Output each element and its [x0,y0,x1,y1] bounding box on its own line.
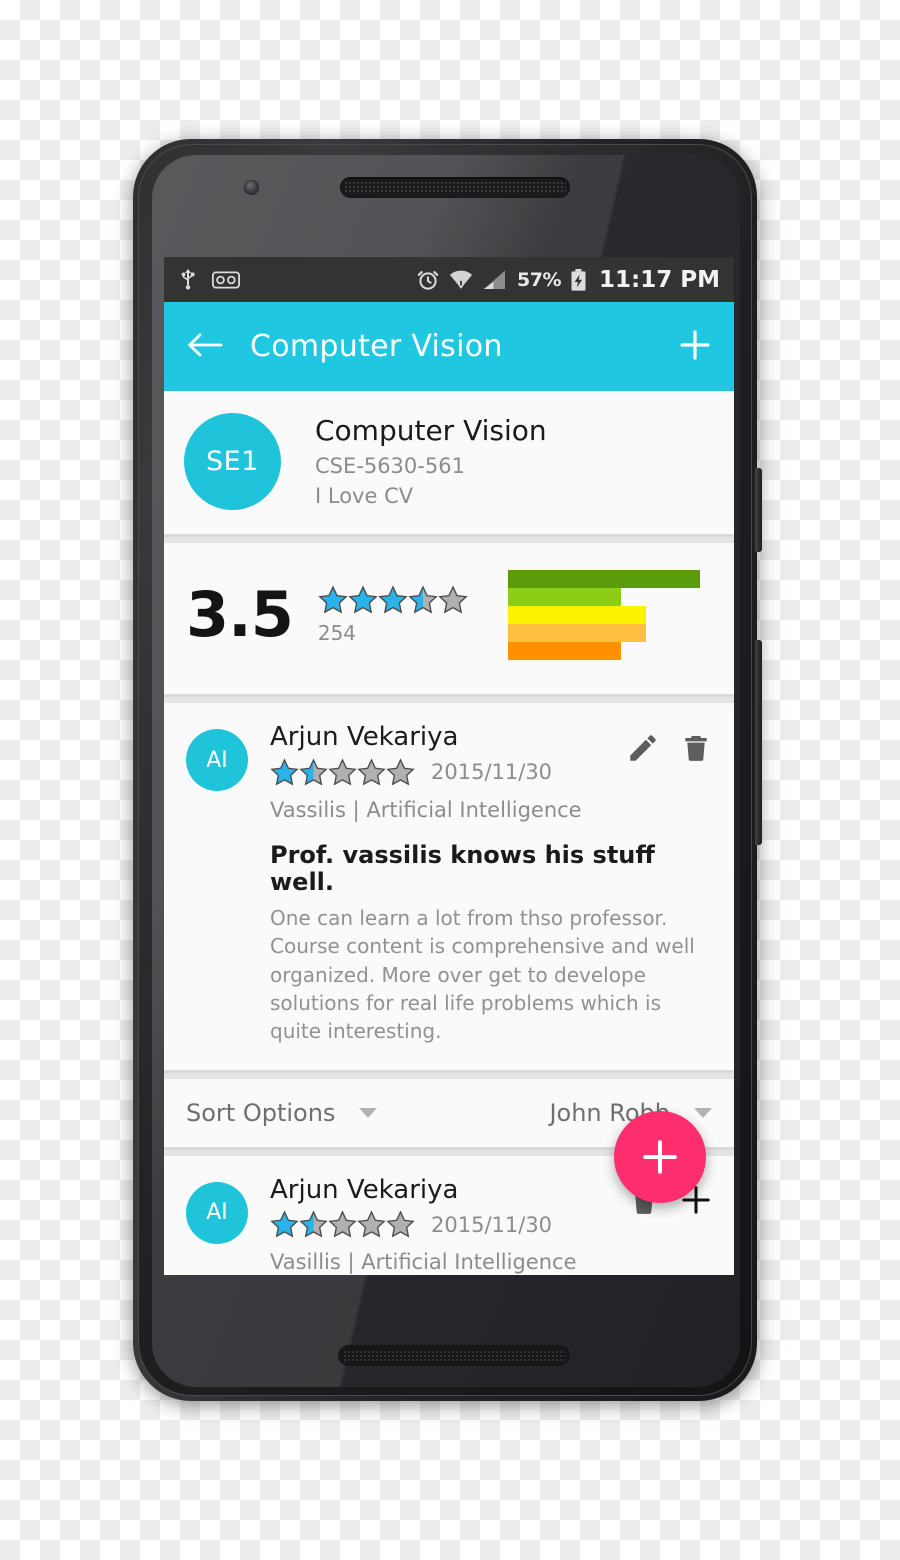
star-icon [357,1210,386,1238]
histogram-bar [508,588,622,606]
chevron-down-icon [359,1107,378,1118]
chevron-down-icon [694,1107,712,1118]
review-stars-row: 2015/11/30 [270,1210,618,1239]
rating-summary-card: 3.5 254 [164,543,734,695]
rating-histogram-chart [508,570,712,660]
status-bar-left-icons [178,268,240,292]
review-subtitle: Vassilis | Artificial Intelligence [270,797,582,822]
bottom-speaker-grille [338,1345,570,1366]
page-title: Computer Vision [250,329,503,364]
star-icon [408,585,438,614]
star-icon [348,585,378,614]
arrow-left-icon [188,333,223,356]
review-title: Prof. vassilis knows his stuff well. [270,840,655,897]
histogram-bar [508,624,647,642]
review-card[interactable]: AI Arjun Vekariya 2015/11/30 Vassilis | … [164,703,734,1071]
star-icon [386,1210,415,1238]
star-icon [318,585,348,614]
front-camera-icon [244,180,259,195]
wifi-icon [449,270,473,289]
course-avatar-initials: SE1 [206,446,259,477]
course-info: Computer Vision CSE-5630-561 I Love CV [315,414,547,508]
course-title: Computer Vision [315,414,547,448]
voicemail-icon [212,271,240,288]
battery-icon [571,268,586,291]
review-date: 2015/11/30 [431,760,553,785]
star-icon [328,1210,357,1238]
plus-icon [680,329,710,360]
delete-review-button[interactable] [680,731,712,769]
review-stars-row: 2015/11/30 [270,757,616,787]
power-button[interactable] [755,468,762,552]
plus-icon [643,1140,677,1174]
star-icon [299,1210,328,1238]
add-review-fab[interactable] [614,1111,706,1203]
status-bar: 57% 11:17 PM [164,257,734,302]
star-icon [270,757,299,786]
review-author: Arjun Vekariya [270,1174,459,1205]
sort-options-dropdown[interactable]: Sort Options [186,1098,378,1127]
star-icon [270,1210,299,1238]
delete-icon [685,736,707,761]
review-stars [270,1210,415,1239]
rating-stars-block: 254 [318,585,468,645]
signal-icon [484,270,506,289]
star-icon [438,585,468,614]
histogram-bar [508,606,647,624]
review-header: AI Arjun Vekariya 2015/11/30 Vassilis | … [186,723,712,822]
battery-percent-label: 57% [517,268,562,291]
edit-icon [630,735,656,761]
review-meta: Arjun Vekariya 2015/11/30 Vassilis | Art… [270,723,616,822]
review-subtitle: Vasillis | Artificial Intelligence [270,1250,577,1275]
clock-label: 11:17 PM [599,266,720,293]
review-date: 2015/11/30 [431,1212,553,1237]
histogram-bar [508,570,700,588]
review-body: One can learn a lot from thso professor.… [270,905,695,1044]
volume-rocker-button[interactable] [755,640,762,845]
review-author: Arjun Vekariya [270,722,459,752]
add-review-button[interactable] [678,328,712,366]
avatar: AI [186,1181,248,1244]
star-icon [328,757,357,786]
review-stars [270,757,415,787]
review-actions [626,731,712,769]
course-description: I Love CV [315,483,414,508]
rating-stars [318,585,468,615]
course-header-card[interactable]: SE1 Computer Vision CSE-5630-561 I Love … [164,391,734,535]
app-bar: Computer Vision [164,302,734,391]
usb-icon [181,268,195,289]
star-icon [299,757,328,786]
course-code: CSE-5630-561 [315,453,465,478]
star-icon [378,585,408,614]
rating-count: 254 [317,621,357,645]
avatar-initials: AI [206,1200,228,1226]
alarm-icon [417,270,439,290]
avatar-initials: AI [206,747,228,773]
phone-screen: 57% 11:17 PM Computer Vision SE1 Compute… [164,257,734,1275]
sort-options-label: Sort Options [186,1098,336,1127]
course-avatar: SE1 [184,413,281,510]
edit-review-button[interactable] [626,731,660,769]
star-icon [386,757,415,786]
back-button[interactable] [186,330,224,364]
star-icon [357,757,386,786]
rating-score: 3.5 [186,578,294,651]
review-meta: Arjun Vekariya 2015/11/30 Vasillis | Art… [270,1176,618,1275]
histogram-bar [508,642,622,660]
status-bar-right-icons: 57% 11:17 PM [416,267,720,293]
earpiece-speaker [340,177,570,198]
avatar: AI [186,729,248,791]
